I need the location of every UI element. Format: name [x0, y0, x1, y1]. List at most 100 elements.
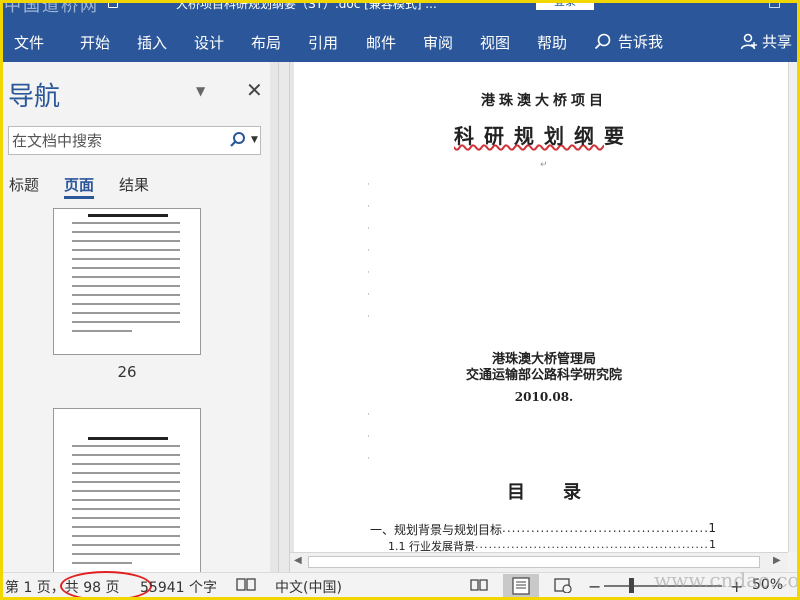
- thumbnail-text-line: [72, 526, 180, 528]
- thumbnail-text-line: [72, 258, 180, 260]
- zoom-out-icon[interactable]: −: [588, 577, 601, 596]
- thumbnail-text-line: [72, 463, 180, 465]
- thumbnail-text-line: [72, 285, 180, 287]
- tab-insert[interactable]: 插入: [137, 32, 167, 53]
- toc-entry-label: 1.1 行业发展背景: [388, 540, 475, 552]
- project-title: 港珠澳大桥项目: [481, 93, 607, 109]
- document-page[interactable]: 港珠澳大桥项目 科研规划纲要 ↵ · · · · · · · 港珠澳大桥管理局 …: [294, 62, 788, 552]
- nav-pane-title: 导航: [8, 82, 61, 112]
- lightbulb-search-icon: [594, 33, 611, 49]
- paragraph-mark: ·: [367, 268, 370, 278]
- print-layout-icon[interactable]: [503, 574, 539, 598]
- paragraph-mark: ·: [367, 454, 370, 464]
- watermark-logo: 中国道桥网: [4, 0, 99, 13]
- watermark-url: www.cndao.com: [654, 568, 800, 592]
- paragraph-mark: ·: [367, 202, 370, 212]
- organization-line-2: 交通运输部公路科学研究院: [465, 368, 622, 383]
- chevron-down-icon[interactable]: ▼: [196, 84, 205, 98]
- scroll-left-icon[interactable]: ◀: [294, 555, 302, 566]
- tab-help[interactable]: 帮助: [537, 32, 567, 53]
- tab-home[interactable]: 开始: [80, 32, 110, 53]
- thumbnail-text-line: [72, 303, 180, 305]
- read-mode-icon[interactable]: [469, 577, 489, 597]
- toc-leader: [502, 521, 708, 538]
- toc-heading: 目录: [507, 482, 619, 503]
- zoom-slider-thumb[interactable]: [629, 578, 634, 593]
- thumbnail-text-line: [72, 517, 180, 519]
- toc-entry[interactable]: 一、规划背景与规划目标 1: [370, 521, 716, 538]
- thumbnail-text-line: [72, 267, 180, 269]
- search-icon[interactable]: [229, 131, 247, 149]
- scrollbar-thumb[interactable]: [308, 556, 760, 568]
- paragraph-mark: ·: [367, 180, 370, 190]
- maximize-icon[interactable]: □: [768, 0, 781, 10]
- thumbnail-text-line: [72, 544, 180, 546]
- nav-tab-pages[interactable]: 页面: [64, 174, 95, 199]
- document-date: 2010.08.: [514, 390, 574, 404]
- tell-me-label: 告诉我: [618, 33, 664, 51]
- thumbnail-text-line: [72, 562, 132, 564]
- thumbnail-text-line: [72, 240, 180, 242]
- nav-pane-scrollbar[interactable]: [270, 62, 278, 572]
- thumbnail-text-line: [72, 481, 180, 483]
- paragraph-mark: ·: [367, 410, 370, 420]
- nav-tab-results[interactable]: 结果: [119, 174, 149, 195]
- document-area: 港珠澳大桥项目 科研规划纲要 ↵ · · · · · · · 港珠澳大桥管理局 …: [290, 62, 788, 552]
- toc-entry-page: 1: [709, 538, 716, 551]
- tab-review[interactable]: 审阅: [423, 32, 453, 53]
- language-indicator[interactable]: 中文(中国): [275, 577, 342, 597]
- thumbnail-heading-line: [88, 437, 168, 440]
- search-input[interactable]: [12, 129, 222, 152]
- word-count[interactable]: 55941 个字: [140, 577, 217, 597]
- thumbnail-text-line: [72, 535, 180, 537]
- thumbnail-text-line: [72, 499, 180, 501]
- thumbnail-text-line: [72, 321, 180, 323]
- paragraph-mark: ·: [367, 290, 370, 300]
- page-thumbnail[interactable]: [53, 408, 201, 572]
- thumbnail-text-line: [72, 472, 180, 474]
- document-title-tail: 要: [604, 124, 634, 148]
- thumbnail-text-line: [72, 276, 180, 278]
- vertical-scrollbar[interactable]: [788, 62, 800, 552]
- scroll-right-icon[interactable]: ▶: [773, 555, 781, 566]
- proofing-icon[interactable]: [236, 577, 256, 597]
- tab-view[interactable]: 视图: [480, 32, 510, 53]
- tab-references[interactable]: 引用: [308, 32, 338, 53]
- thumbnail-text-line: [72, 249, 180, 251]
- close-icon[interactable]: ✕: [246, 78, 263, 102]
- paragraph-mark: ·: [367, 224, 370, 234]
- pane-splitter[interactable]: [278, 62, 290, 572]
- thumbnail-text-line: [72, 508, 180, 510]
- thumbnail-text-line: [72, 454, 180, 456]
- document-title-main: 科研规划纲: [454, 124, 604, 148]
- toc-leader: [475, 538, 709, 552]
- thumbnail-page-number: 26: [117, 363, 137, 381]
- paragraph-mark: ·: [367, 432, 370, 442]
- share-button[interactable]: 共享: [740, 31, 792, 52]
- thumbnail-text-line: [72, 330, 132, 332]
- tab-layout[interactable]: 布局: [251, 32, 281, 53]
- window-title: 大桥项目科研规划纲要（ST）.doc [兼容模式] ...: [176, 0, 437, 11]
- tell-me-box[interactable]: 告诉我: [594, 31, 663, 52]
- thumbnail-text-line: [72, 222, 180, 224]
- tab-design[interactable]: 设计: [194, 32, 224, 53]
- add-person-icon: [740, 33, 757, 49]
- search-options-icon[interactable]: ▼: [251, 135, 258, 145]
- toc-entry-page: 1: [708, 521, 716, 535]
- signin-button[interactable]: 登录: [536, 0, 594, 10]
- nav-search-box[interactable]: ▼: [8, 126, 261, 155]
- save-icon[interactable]: [108, 0, 118, 8]
- tab-file[interactable]: 文件: [14, 32, 44, 53]
- tab-mailings[interactable]: 邮件: [366, 32, 396, 53]
- nav-tab-headings[interactable]: 标题: [9, 174, 39, 195]
- thumbnail-heading-line: [88, 214, 168, 217]
- thumbnail-text-line: [72, 231, 180, 233]
- paragraph-mark: ·: [367, 246, 370, 256]
- thumbnail-text-line: [72, 490, 180, 492]
- toc-entry-label: 一、规划背景与规划目标: [370, 523, 503, 537]
- web-layout-icon[interactable]: [553, 577, 573, 597]
- share-label: 共享: [762, 33, 793, 51]
- toc-entry[interactable]: 1.1 行业发展背景 1: [388, 538, 716, 552]
- page-thumbnail[interactable]: [53, 208, 201, 355]
- thumbnail-text-line: [72, 312, 180, 314]
